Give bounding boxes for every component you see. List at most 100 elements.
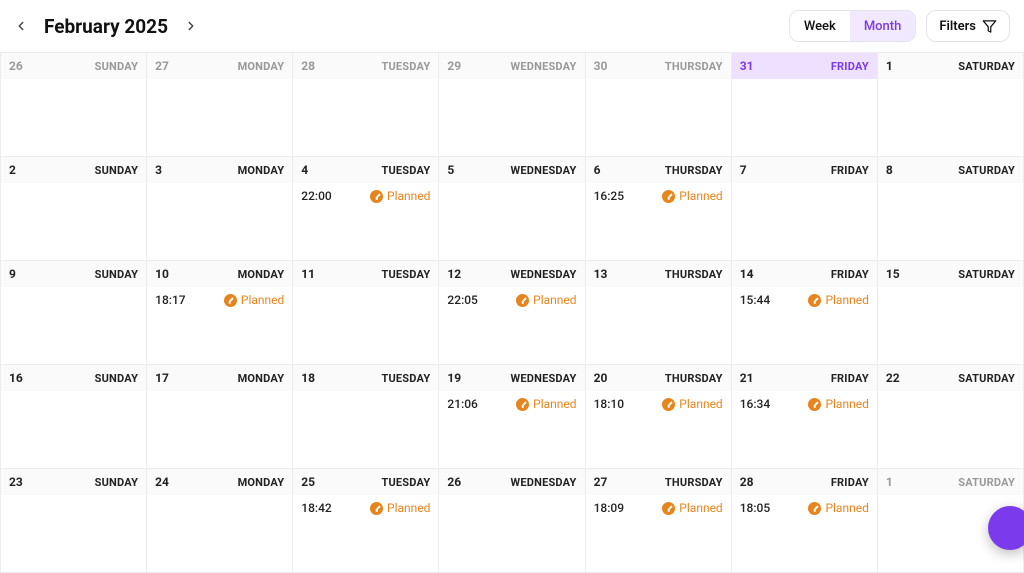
calendar-event[interactable]: 16:34Planned — [740, 397, 869, 411]
day-header: 19WEDNESDAY — [439, 365, 584, 391]
event-status-label: Planned — [825, 397, 868, 411]
day-cell[interactable]: 24MONDAY — [147, 469, 293, 573]
day-cell[interactable]: 23SUNDAY — [1, 469, 147, 573]
chevron-right-icon — [184, 19, 198, 33]
day-cell[interactable]: 15SATURDAY — [878, 261, 1024, 365]
day-cell[interactable]: 29WEDNESDAY — [439, 53, 585, 157]
calendar-event[interactable]: 18:42Planned — [301, 501, 430, 515]
day-cell[interactable]: 7 FRIDAY — [732, 157, 878, 261]
day-cell[interactable]: 9SUNDAY — [1, 261, 147, 365]
day-number: 26 — [9, 59, 23, 73]
day-header: 30THURSDAY — [586, 53, 731, 79]
day-number: 4 — [301, 163, 308, 177]
day-header: 9SUNDAY — [1, 261, 146, 287]
day-body: 16:25Planned — [586, 183, 731, 260]
day-cell[interactable]: 12WEDNESDAY22:05Planned — [439, 261, 585, 365]
day-body — [439, 183, 584, 260]
day-cell[interactable]: 26 SUNDAY — [1, 53, 147, 157]
day-cell[interactable]: 21FRIDAY16:34Planned — [732, 365, 878, 469]
day-body: 18:42Planned — [293, 495, 438, 572]
day-body — [293, 287, 438, 364]
filters-button[interactable]: Filters — [926, 10, 1010, 42]
calendar-event[interactable]: 18:17Planned — [155, 293, 284, 307]
day-body — [147, 391, 292, 468]
event-time: 18:10 — [594, 397, 624, 411]
day-name: TUESDAY — [381, 476, 430, 489]
day-body: 18:10Planned — [586, 391, 731, 468]
day-cell[interactable]: 16SUNDAY — [1, 365, 147, 469]
day-body: 18:09Planned — [586, 495, 731, 572]
day-cell[interactable]: 30THURSDAY — [586, 53, 732, 157]
day-header: 4 TUESDAY — [293, 157, 438, 183]
calendar-event[interactable]: 22:05Planned — [447, 293, 576, 307]
event-status: Planned — [808, 293, 868, 307]
day-body: 18:05Planned — [732, 495, 877, 572]
day-number: 14 — [740, 267, 754, 281]
day-number: 11 — [301, 267, 315, 281]
view-month-button[interactable]: Month — [850, 11, 916, 41]
day-cell[interactable]: 4 TUESDAY 22:00Planned — [293, 157, 439, 261]
day-number: 7 — [740, 163, 747, 177]
event-status: Planned — [808, 501, 868, 515]
day-number: 22 — [886, 371, 900, 385]
calendar-grid: 26 SUNDAY 27MONDAY28TUESDAY29WEDNESDAY30TH… — [0, 52, 1024, 573]
day-name: THURSDAY — [665, 476, 723, 489]
day-number: 9 — [9, 267, 16, 281]
day-cell[interactable]: 26WEDNESDAY — [439, 469, 585, 573]
calendar-event[interactable]: 18:09Planned — [594, 501, 723, 515]
day-cell[interactable]: 2SUNDAY — [1, 157, 147, 261]
day-body — [439, 495, 584, 572]
day-body — [878, 79, 1023, 156]
day-cell[interactable]: 25TUESDAY18:42Planned — [293, 469, 439, 573]
day-name: SUNDAY — [95, 60, 139, 73]
day-cell[interactable]: 31FRIDAY — [732, 53, 878, 157]
day-cell[interactable]: 27THURSDAY18:09Planned — [586, 469, 732, 573]
day-number: 21 — [740, 371, 754, 385]
calendar-event[interactable]: 22:00Planned — [301, 189, 430, 203]
day-cell[interactable]: 28FRIDAY18:05Planned — [732, 469, 878, 573]
day-cell[interactable]: 13THURSDAY — [586, 261, 732, 365]
day-number: 2 — [9, 163, 16, 177]
day-name: FRIDAY — [831, 476, 869, 489]
day-cell[interactable]: 19WEDNESDAY 21:06Planned — [439, 365, 585, 469]
clock-icon — [808, 294, 821, 307]
day-cell[interactable]: 3MONDAY — [147, 157, 293, 261]
day-cell[interactable]: 20THURSDAY18:10Planned — [586, 365, 732, 469]
day-header: 27MONDAY — [147, 53, 292, 79]
day-name: FRIDAY — [831, 164, 869, 177]
day-cell[interactable]: 11TUESDAY — [293, 261, 439, 365]
calendar-event[interactable]: 16:25Planned — [594, 189, 723, 203]
day-cell[interactable]: 8SATURDAY — [878, 157, 1024, 261]
view-week-button[interactable]: Week — [790, 11, 850, 41]
calendar-event[interactable]: 18:05Planned — [740, 501, 869, 515]
calendar-event[interactable]: 21:06Planned — [447, 397, 576, 411]
day-cell[interactable]: 22SATURDAY — [878, 365, 1024, 469]
day-cell[interactable]: 1SATURDAY — [878, 53, 1024, 157]
day-header: 10MONDAY — [147, 261, 292, 287]
day-cell[interactable]: 6THURSDAY16:25Planned — [586, 157, 732, 261]
day-cell[interactable]: 27MONDAY — [147, 53, 293, 157]
day-name: TUESDAY — [381, 164, 430, 177]
day-cell[interactable]: 18TUESDAY — [293, 365, 439, 469]
day-number: 29 — [447, 59, 461, 73]
day-name: TUESDAY — [381, 60, 430, 73]
day-cell[interactable]: 17MONDAY — [147, 365, 293, 469]
day-header: 23SUNDAY — [1, 469, 146, 495]
day-cell[interactable]: 28TUESDAY — [293, 53, 439, 157]
day-cell[interactable]: 10MONDAY 18:17Planned — [147, 261, 293, 365]
calendar-event[interactable]: 15:44Planned — [740, 293, 869, 307]
day-body — [732, 183, 877, 260]
add-fab-button[interactable] — [988, 506, 1024, 550]
day-number: 20 — [594, 371, 608, 385]
day-number: 13 — [594, 267, 608, 281]
next-month-button[interactable] — [178, 13, 204, 39]
day-cell[interactable]: 14FRIDAY15:44Planned — [732, 261, 878, 365]
day-number: 18 — [301, 371, 315, 385]
prev-month-button[interactable] — [8, 13, 34, 39]
clock-icon — [370, 190, 383, 203]
day-name: SUNDAY — [95, 476, 139, 489]
day-cell[interactable]: 5WEDNESDAY — [439, 157, 585, 261]
calendar-event[interactable]: 18:10Planned — [594, 397, 723, 411]
day-header: 11TUESDAY — [293, 261, 438, 287]
day-header: 8SATURDAY — [878, 157, 1023, 183]
